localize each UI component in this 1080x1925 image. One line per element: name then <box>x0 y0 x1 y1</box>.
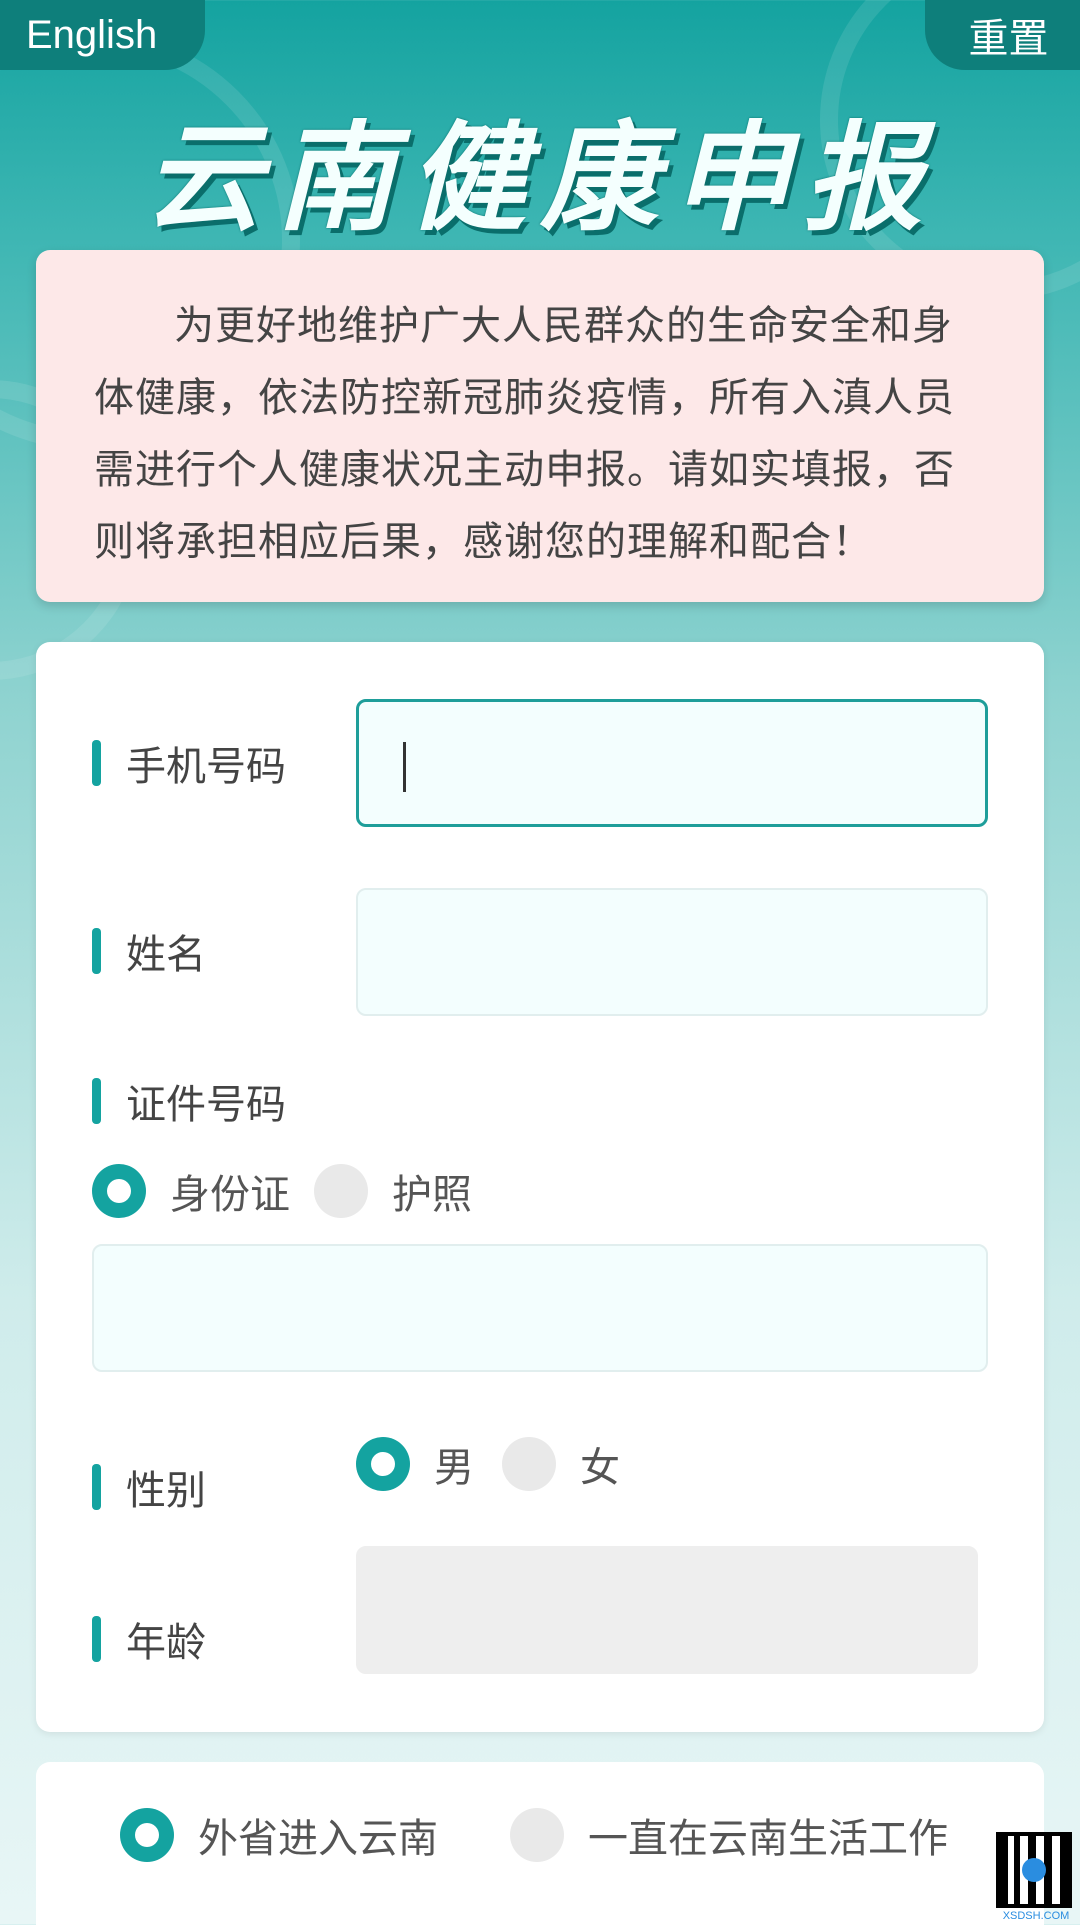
radio-selected-icon <box>92 1164 146 1218</box>
label-accent-bar <box>92 1078 101 1124</box>
residence-radio-always-yunnan[interactable]: 一直在云南生活工作 <box>510 1806 948 1864</box>
gender-male-label: 男 <box>434 1445 474 1491</box>
radio-selected-icon <box>120 1808 174 1862</box>
age-input <box>356 1546 978 1674</box>
gender-label: 性别 <box>92 1458 206 1516</box>
id-number-label: 证件号码 <box>92 1072 286 1130</box>
label-accent-bar <box>92 1616 101 1662</box>
phone-label: 手机号码 <box>92 734 286 792</box>
radio-unselected-icon <box>510 1808 564 1862</box>
phone-label-text: 手机号码 <box>126 744 286 790</box>
label-accent-bar <box>92 740 101 786</box>
phone-input[interactable] <box>356 699 988 827</box>
watermark-text: XSDSH.COM <box>1002 1910 1070 1922</box>
gender-female-label: 女 <box>580 1445 620 1491</box>
id-type-radio-idcard[interactable]: 身份证 <box>92 1162 290 1220</box>
radio-selected-icon <box>356 1437 410 1491</box>
gender-radio-male[interactable]: 男 <box>356 1435 474 1493</box>
id-type-passport-label: 护照 <box>392 1172 472 1218</box>
id-number-label-text: 证件号码 <box>126 1082 286 1128</box>
gender-label-text: 性别 <box>126 1468 206 1514</box>
residence-card: 外省进入云南 一直在云南生活工作 <box>36 1762 1044 1925</box>
label-accent-bar <box>92 1464 101 1510</box>
radio-unselected-icon <box>502 1437 556 1491</box>
name-label-text: 姓名 <box>126 932 206 978</box>
gender-radio-female[interactable]: 女 <box>502 1435 620 1493</box>
text-caret <box>403 742 406 792</box>
age-label: 年龄 <box>92 1610 206 1668</box>
residence-radio-from-other-province[interactable]: 外省进入云南 <box>120 1806 438 1864</box>
id-type-radio-passport[interactable]: 护照 <box>314 1162 472 1220</box>
radio-unselected-icon <box>314 1164 368 1218</box>
id-number-input[interactable] <box>92 1244 988 1372</box>
id-type-idcard-label: 身份证 <box>170 1172 290 1218</box>
form-card: 手机号码 姓名 证件号码 身份证 护照 性别 男 女 年龄 <box>36 642 1044 1732</box>
name-input[interactable] <box>356 888 988 1016</box>
name-label: 姓名 <box>92 922 206 980</box>
residence-option-other-province: 外省进入云南 <box>198 1816 438 1862</box>
age-label-text: 年龄 <box>126 1620 206 1666</box>
english-language-button[interactable]: English <box>0 0 205 70</box>
qr-logo-icon <box>1022 1858 1046 1882</box>
page-title: 云南健康申报 <box>143 109 936 247</box>
residence-option-always-yunnan: 一直在云南生活工作 <box>588 1816 948 1862</box>
notice-card: 为更好地维护广大人民群众的生命安全和身体健康，依法防控新冠肺炎疫情，所有入滇人员… <box>36 250 1044 602</box>
reset-button[interactable]: 重置 <box>925 0 1080 70</box>
label-accent-bar <box>92 928 101 974</box>
notice-text: 为更好地维护广大人民群众的生命安全和身体健康，依法防控新冠肺炎疫情，所有入滇人员… <box>94 303 955 565</box>
